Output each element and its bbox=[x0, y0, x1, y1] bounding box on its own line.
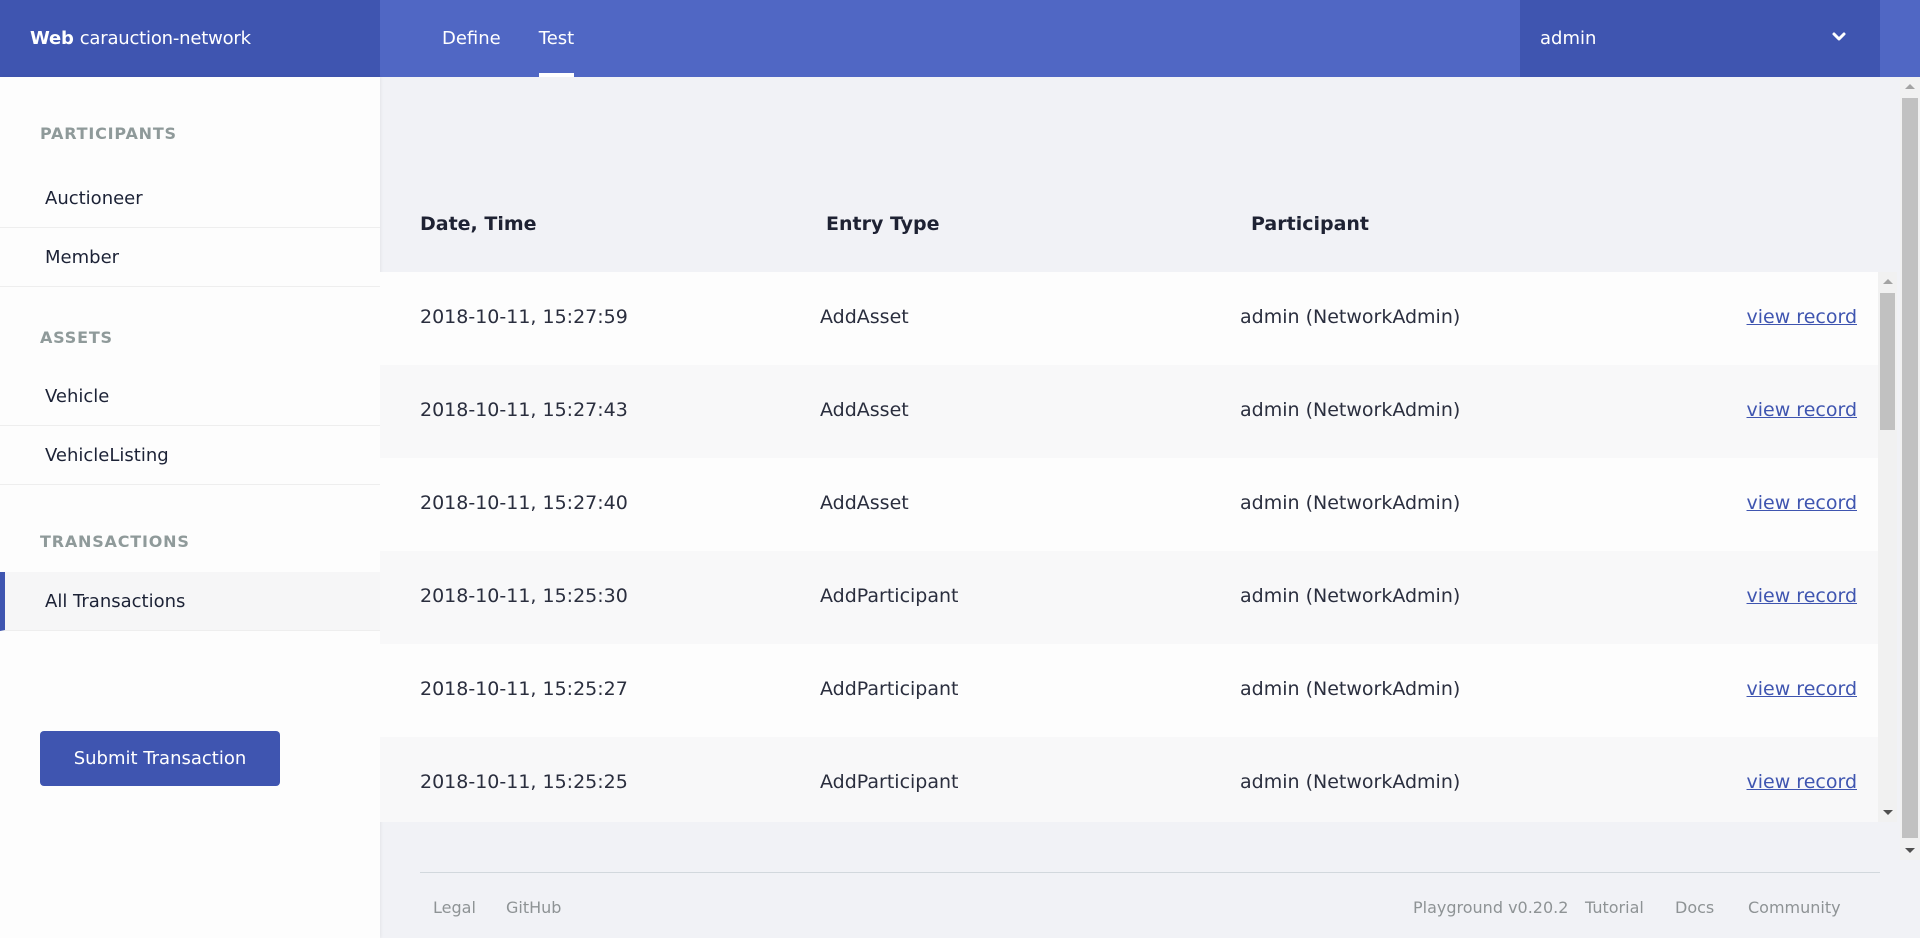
footer-version: Playground v0.20.2 bbox=[1413, 898, 1569, 917]
page-scrollbar[interactable] bbox=[1900, 77, 1920, 860]
table-scrollbar[interactable] bbox=[1878, 272, 1897, 822]
identity-dropdown[interactable]: admin bbox=[1520, 0, 1880, 77]
view-record-link[interactable]: view record bbox=[1747, 399, 1857, 421]
table-row: 2018-10-11, 15:27:40 AddAsset admin (Net… bbox=[380, 458, 1878, 551]
row-datetime: 2018-10-11, 15:27:59 bbox=[420, 306, 628, 328]
column-header-datetime: Date, Time bbox=[420, 213, 537, 235]
table-row: 2018-10-11, 15:25:30 AddParticipant admi… bbox=[380, 551, 1878, 644]
section-title-transactions: TRANSACTIONS bbox=[40, 532, 190, 551]
row-participant: admin (NetworkAdmin) bbox=[1240, 306, 1461, 328]
view-record-link[interactable]: view record bbox=[1747, 306, 1857, 328]
footer-link-tutorial[interactable]: Tutorial bbox=[1585, 898, 1644, 917]
scroll-up-arrow-icon[interactable] bbox=[1905, 84, 1915, 89]
brand-prefix: Web bbox=[30, 28, 74, 49]
table-row: 2018-10-11, 15:25:25 AddParticipant admi… bbox=[380, 737, 1878, 822]
row-entry-type: AddParticipant bbox=[820, 585, 959, 607]
row-datetime: 2018-10-11, 15:25:27 bbox=[420, 678, 628, 700]
row-participant: admin (NetworkAdmin) bbox=[1240, 771, 1461, 793]
scroll-down-arrow-icon[interactable] bbox=[1882, 810, 1893, 815]
scroll-down-arrow-icon[interactable] bbox=[1905, 848, 1915, 853]
row-entry-type: AddParticipant bbox=[820, 678, 959, 700]
view-record-link[interactable]: view record bbox=[1747, 492, 1857, 514]
sidebar-item-vehicle[interactable]: Vehicle bbox=[0, 367, 380, 426]
chevron-down-icon bbox=[1832, 32, 1846, 41]
row-datetime: 2018-10-11, 15:25:25 bbox=[420, 771, 628, 793]
row-entry-type: AddAsset bbox=[820, 399, 909, 421]
column-header-participant: Participant bbox=[1251, 213, 1370, 235]
table-scrollbar-thumb[interactable] bbox=[1880, 293, 1895, 430]
table-row: 2018-10-11, 15:27:59 AddAsset admin (Net… bbox=[380, 272, 1878, 365]
row-datetime: 2018-10-11, 15:25:30 bbox=[420, 585, 628, 607]
sidebar: PARTICIPANTS Auctioneer Member ASSETS Ve… bbox=[0, 77, 380, 938]
row-participant: admin (NetworkAdmin) bbox=[1240, 585, 1461, 607]
row-entry-type: AddAsset bbox=[820, 492, 909, 514]
sidebar-item-auctioneer[interactable]: Auctioneer bbox=[0, 169, 380, 228]
top-header: Web carauction-network Define Test admin bbox=[0, 0, 1920, 77]
table-row: 2018-10-11, 15:27:43 AddAsset admin (Net… bbox=[380, 365, 1878, 458]
tab-test[interactable]: Test bbox=[538, 0, 575, 77]
row-participant: admin (NetworkAdmin) bbox=[1240, 492, 1461, 514]
sidebar-item-all-transactions[interactable]: All Transactions bbox=[0, 572, 380, 631]
view-record-link[interactable]: view record bbox=[1747, 678, 1857, 700]
footer-link-github[interactable]: GitHub bbox=[506, 898, 561, 917]
section-title-participants: PARTICIPANTS bbox=[40, 124, 177, 143]
tab-define[interactable]: Define bbox=[442, 0, 501, 77]
footer-divider bbox=[420, 872, 1880, 873]
network-name: carauction-network bbox=[79, 28, 251, 49]
footer-link-community[interactable]: Community bbox=[1748, 898, 1841, 917]
page-scrollbar-thumb[interactable] bbox=[1902, 98, 1918, 838]
section-title-assets: ASSETS bbox=[40, 328, 113, 347]
table-row: 2018-10-11, 15:25:27 AddParticipant admi… bbox=[380, 644, 1878, 737]
row-datetime: 2018-10-11, 15:27:43 bbox=[420, 399, 628, 421]
row-entry-type: AddAsset bbox=[820, 306, 909, 328]
row-participant: admin (NetworkAdmin) bbox=[1240, 399, 1461, 421]
row-participant: admin (NetworkAdmin) bbox=[1240, 678, 1461, 700]
view-record-link[interactable]: view record bbox=[1747, 585, 1857, 607]
scroll-up-arrow-icon[interactable] bbox=[1882, 279, 1893, 284]
row-datetime: 2018-10-11, 15:27:40 bbox=[420, 492, 628, 514]
footer-link-legal[interactable]: Legal bbox=[433, 898, 476, 917]
current-user: admin bbox=[1540, 28, 1597, 49]
column-header-entry-type: Entry Type bbox=[826, 213, 940, 235]
sidebar-item-member[interactable]: Member bbox=[0, 228, 380, 287]
transactions-table: 2018-10-11, 15:27:59 AddAsset admin (Net… bbox=[380, 272, 1878, 822]
footer-link-docs[interactable]: Docs bbox=[1675, 898, 1714, 917]
app-brand: Web carauction-network bbox=[0, 0, 380, 77]
main-tabs: Define Test bbox=[442, 0, 612, 77]
submit-transaction-button[interactable]: Submit Transaction bbox=[40, 731, 280, 786]
row-entry-type: AddParticipant bbox=[820, 771, 959, 793]
view-record-link[interactable]: view record bbox=[1747, 771, 1857, 793]
sidebar-item-vehiclelisting[interactable]: VehicleListing bbox=[0, 426, 380, 485]
